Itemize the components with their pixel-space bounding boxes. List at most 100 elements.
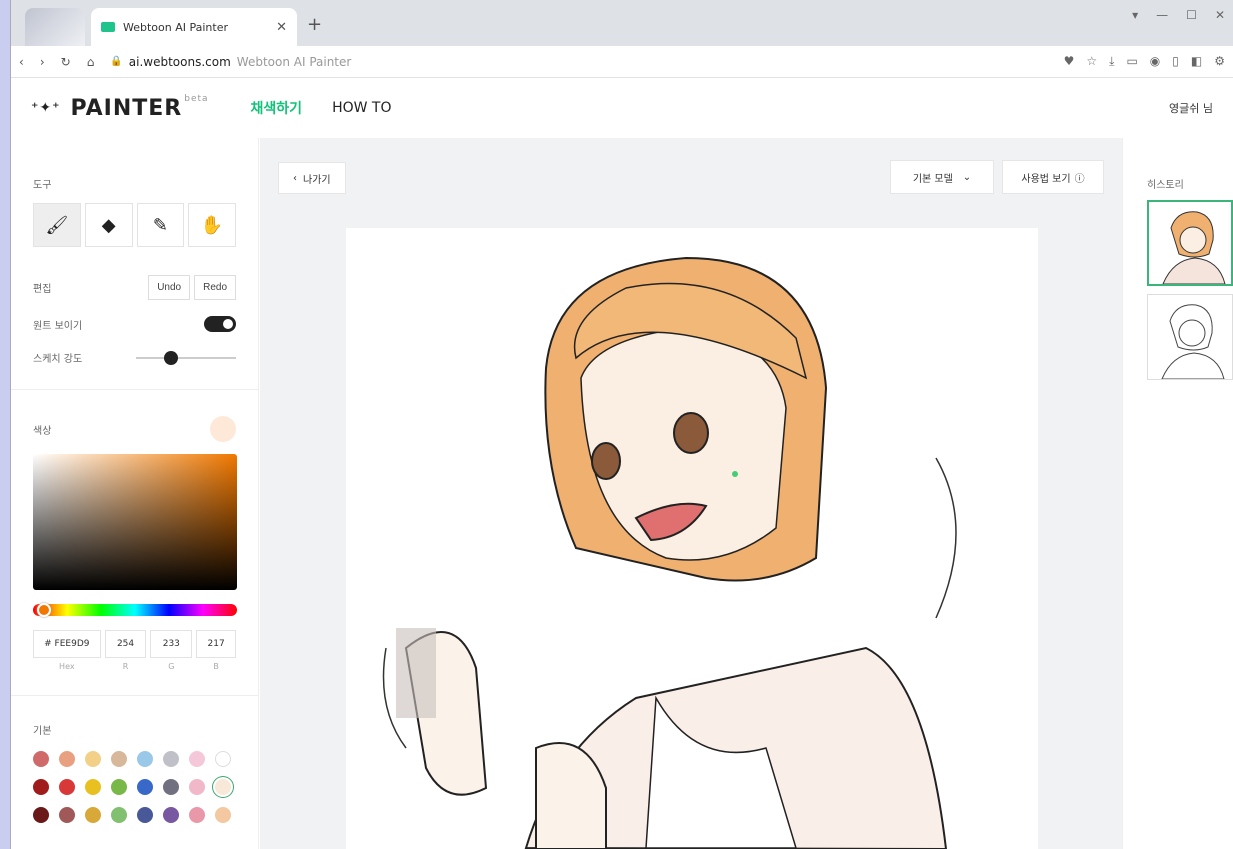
g-label: G (168, 662, 175, 671)
palette-color-swatch[interactable] (137, 779, 153, 795)
strength-row: 스케치 강도 (33, 350, 236, 365)
hand-tool-button[interactable]: ✋ (188, 203, 236, 247)
sidebar-icon[interactable]: ◧ (1191, 54, 1202, 69)
shield-icon[interactable]: ♥ (1064, 54, 1075, 69)
browser-tab[interactable]: Webtoon AI Painter ✕ (91, 8, 297, 46)
strength-slider[interactable] (136, 350, 236, 365)
palette-color-swatch[interactable] (59, 751, 75, 767)
redo-button[interactable]: Redo (194, 275, 236, 300)
forward-arrow-icon[interactable]: › (40, 55, 45, 69)
hue-knob[interactable] (37, 603, 51, 617)
minimize-icon[interactable]: — (1156, 8, 1168, 22)
reader-icon[interactable]: ▯ (1172, 54, 1179, 69)
logo-text: PAINTER (70, 95, 183, 121)
settings-icon[interactable]: ⚙ (1214, 54, 1225, 69)
palette-color-swatch[interactable] (59, 779, 75, 795)
hex-label: Hex (59, 662, 75, 671)
painter-logo[interactable]: ⁺✦⁺ PAINTER beta (31, 93, 209, 121)
maximize-icon[interactable]: ☐ (1186, 8, 1197, 22)
palette-color-swatch[interactable] (111, 751, 127, 767)
eraser-tool-button[interactable]: ◆ (84, 203, 133, 247)
edit-label: 편집 (33, 284, 52, 295)
current-color-swatch (210, 416, 236, 442)
beta-label: beta (184, 93, 209, 104)
basic-colors-label: 기본 (33, 726, 52, 737)
eraser-icon: ◆ (101, 214, 116, 236)
camera-icon[interactable]: ◉ (1150, 54, 1160, 69)
user-name[interactable]: 영글쉬 님 (1169, 100, 1213, 116)
tool-row: 🖌 ◆ ✎ ✋ (33, 203, 236, 247)
url-page-title: Webtoon AI Painter (236, 54, 352, 69)
tab-decoration (25, 8, 85, 46)
b-input[interactable]: 217 (196, 630, 236, 658)
palette-color-swatch[interactable] (137, 751, 153, 767)
history-panel: 히스토리 (1122, 138, 1233, 849)
palette-color-swatch[interactable] (163, 751, 179, 767)
divider (11, 389, 258, 390)
info-icon: ⓘ (1074, 173, 1085, 185)
home-icon[interactable]: ⌂ (87, 55, 95, 69)
palette-color-swatch[interactable] (137, 807, 153, 823)
palette-color-swatch[interactable] (189, 807, 205, 823)
palette-color-swatch[interactable] (111, 779, 127, 795)
sparkle-icon: ⁺✦⁺ (31, 99, 61, 116)
palette-color-swatch[interactable] (215, 751, 231, 767)
hue-slider[interactable] (33, 603, 237, 617)
palette-color-swatch[interactable] (33, 807, 49, 823)
palette-color-swatch[interactable] (215, 779, 231, 795)
cast-icon[interactable]: ▭ (1126, 54, 1137, 69)
back-arrow-icon[interactable]: ‹ (19, 55, 24, 69)
palette-color-swatch[interactable] (111, 807, 127, 823)
drawing-canvas[interactable] (346, 228, 1038, 849)
color-row: 색상 (33, 416, 236, 442)
g-input[interactable]: 233 (150, 630, 193, 658)
guide-button[interactable]: 사용법 보기 ⓘ (1002, 160, 1104, 194)
palette-color-swatch[interactable] (33, 751, 49, 767)
close-tab-icon[interactable]: ✕ (276, 20, 287, 35)
palette-color-swatch[interactable] (33, 779, 49, 795)
palette-color-swatch[interactable] (163, 807, 179, 823)
color-fields: # FEE9D9 254 233 217 (33, 630, 236, 658)
nav-coloring[interactable]: 채색하기 (251, 98, 303, 118)
guide-label: 사용법 보기 (1021, 173, 1071, 185)
close-window-icon[interactable]: ✕ (1215, 8, 1225, 22)
nav-howto[interactable]: HOW TO (332, 100, 391, 116)
undo-button[interactable]: Undo (148, 275, 191, 300)
tab-bar: Webtoon AI Painter ✕ + ▾ — ☐ ✕ (11, 0, 1233, 46)
exit-label: 나가기 (303, 174, 331, 186)
palette-color-swatch[interactable] (85, 807, 101, 823)
color-field-labels: Hex R G B (33, 662, 236, 671)
palette-color-swatch[interactable] (163, 779, 179, 795)
color-label: 색상 (33, 425, 52, 437)
reload-icon[interactable]: ↻ (61, 55, 71, 69)
canvas-area: ‹ 나가기 기본 모델 ⌄ 사용법 보기 ⓘ (260, 138, 1122, 849)
palette-color-swatch[interactable] (215, 807, 231, 823)
palette-color-swatch[interactable] (85, 751, 101, 767)
chevron-left-icon: ‹ (293, 172, 297, 184)
model-select[interactable]: 기본 모델 ⌄ (890, 160, 994, 194)
thumbnail-image (1161, 304, 1225, 380)
eyedropper-tool-button[interactable]: ✎ (136, 203, 185, 247)
exit-button[interactable]: ‹ 나가기 (278, 162, 346, 194)
color-picker[interactable] (33, 454, 237, 590)
sketch-toggle[interactable] (204, 316, 236, 332)
url-text[interactable]: ai.webtoons.com (129, 55, 231, 69)
brush-tool-button[interactable]: 🖌 (33, 203, 81, 247)
browser-window: Webtoon AI Painter ✕ + ▾ — ☐ ✕ ‹ › ↻ ⌂ 🔒… (10, 0, 1233, 849)
r-input[interactable]: 254 (104, 630, 147, 658)
edit-row: 편집 Undo Redo (33, 275, 236, 300)
palette-color-swatch[interactable] (189, 779, 205, 795)
profile-icon[interactable]: ▾ (1132, 8, 1138, 22)
sketch-label: 원트 보이기 (33, 320, 83, 332)
download-icon[interactable]: ⤓ (1109, 54, 1114, 69)
hex-input[interactable]: # FEE9D9 (33, 630, 101, 658)
palette-color-swatch[interactable] (189, 751, 205, 767)
new-tab-icon[interactable]: + (307, 14, 322, 35)
history-thumbnail-colored[interactable] (1147, 200, 1233, 286)
palette-color-swatch[interactable] (85, 779, 101, 795)
history-thumbnail-sketch[interactable] (1147, 294, 1233, 380)
bookmark-star-icon[interactable]: ☆ (1086, 54, 1097, 69)
chevron-down-icon: ⌄ (962, 171, 972, 183)
palette-color-swatch[interactable] (59, 807, 75, 823)
slider-knob[interactable] (164, 350, 178, 365)
